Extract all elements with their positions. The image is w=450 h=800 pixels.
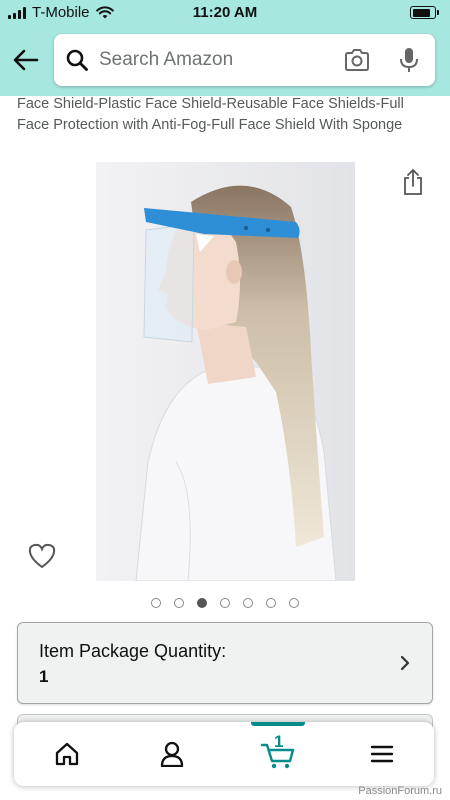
quantity-value: 1	[39, 667, 49, 686]
carousel-dot[interactable]	[220, 598, 230, 608]
search-bar[interactable]	[54, 34, 435, 86]
heart-icon	[28, 543, 56, 569]
share-icon	[404, 169, 422, 195]
carousel-dot[interactable]	[174, 598, 184, 608]
carousel-dot[interactable]	[151, 598, 161, 608]
nav-menu[interactable]	[362, 736, 402, 772]
image-carousel-indicator	[0, 598, 450, 608]
quantity-label: Item Package Quantity:	[39, 641, 227, 661]
nav-cart[interactable]: 1	[258, 732, 298, 772]
watermark: PassionForum.ru	[358, 785, 442, 797]
battery-icon	[410, 6, 439, 19]
status-bar: T-Mobile 11:20 AM	[0, 0, 450, 26]
menu-icon	[370, 745, 394, 763]
carousel-dot[interactable]	[197, 598, 207, 608]
arrow-left-icon	[13, 49, 39, 71]
carousel-dot[interactable]	[266, 598, 276, 608]
microphone-icon[interactable]	[397, 46, 421, 74]
account-icon	[160, 741, 184, 767]
cart-count-badge: 1	[274, 732, 284, 751]
wishlist-button[interactable]	[27, 542, 57, 570]
active-tab-indicator	[251, 722, 305, 726]
home-icon	[55, 742, 79, 766]
share-button[interactable]	[401, 168, 425, 196]
chevron-right-icon	[400, 655, 410, 671]
header-bar	[0, 26, 450, 96]
camera-icon[interactable]	[343, 47, 371, 73]
search-input[interactable]	[99, 49, 319, 71]
nav-account[interactable]	[152, 736, 192, 772]
carousel-dot[interactable]	[289, 598, 299, 608]
search-icon	[65, 48, 89, 72]
bottom-navigation: 1	[14, 722, 434, 786]
quantity-selector[interactable]: Item Package Quantity: 1	[17, 622, 433, 704]
back-button[interactable]	[10, 44, 42, 76]
nav-home[interactable]	[47, 736, 87, 772]
product-title[interactable]: Face Shield-Plastic Face Shield-Reusable…	[17, 94, 437, 136]
product-image[interactable]	[96, 162, 355, 581]
carousel-dot[interactable]	[243, 598, 253, 608]
clock: 11:20 AM	[192, 4, 258, 21]
